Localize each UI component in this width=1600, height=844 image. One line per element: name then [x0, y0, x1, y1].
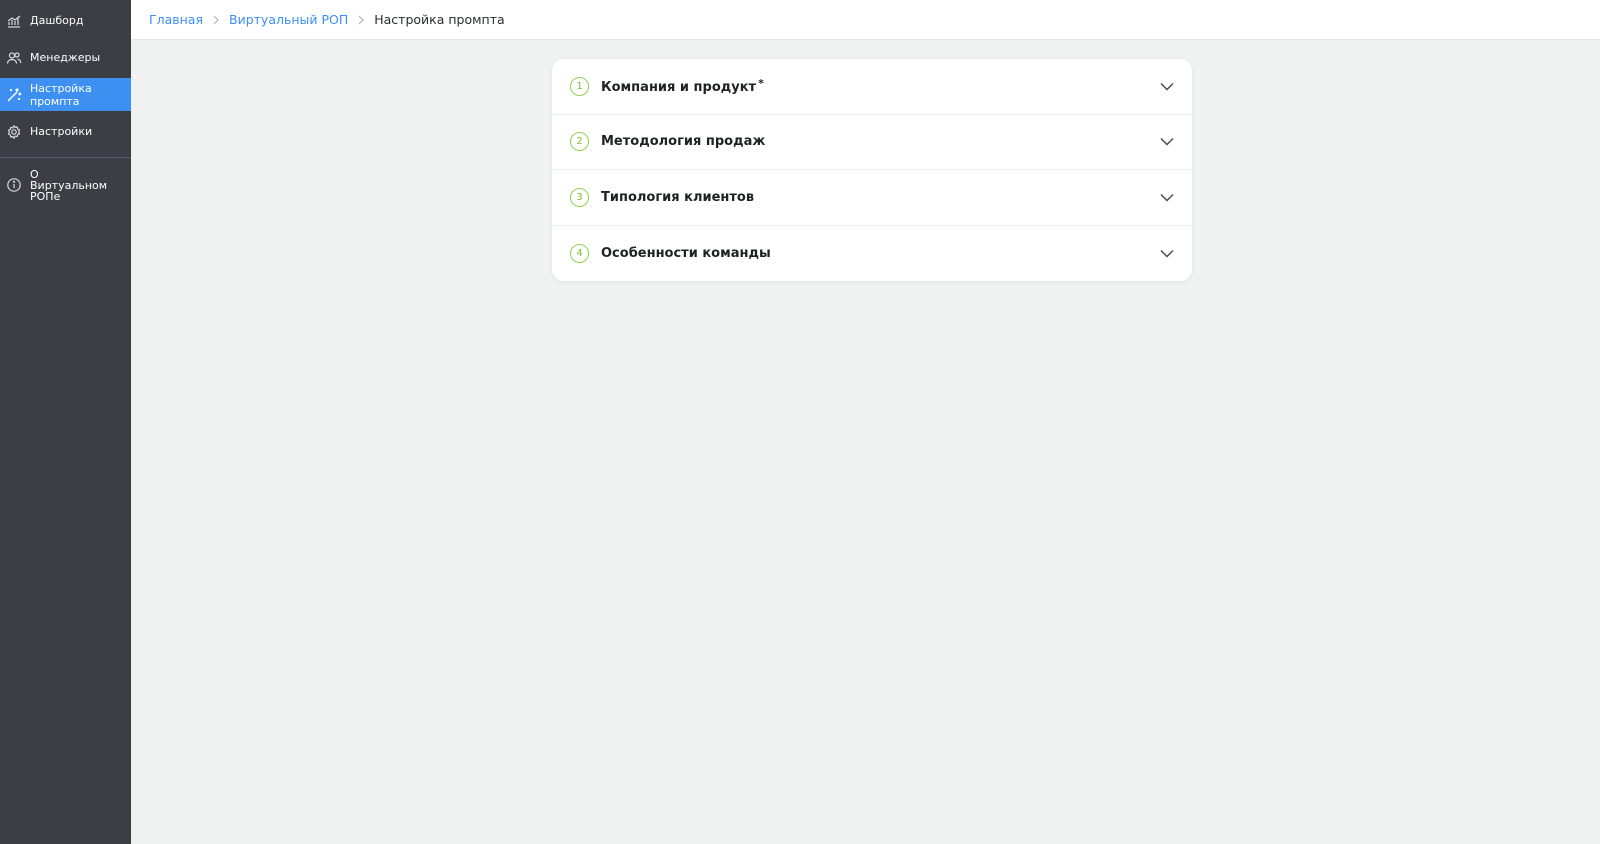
step-number: 2 — [570, 132, 589, 152]
step-number: 1 — [570, 76, 589, 96]
accordion-section-client-typology[interactable]: 3 Типология клиентов — [552, 170, 1192, 226]
section-title: Методология продаж — [601, 134, 766, 150]
accordion-section-sales-methodology[interactable]: 2 Методология продаж — [552, 115, 1192, 170]
sidebar-item-settings[interactable]: Настройки — [0, 115, 131, 148]
section-title: Типология клиентов — [601, 189, 755, 205]
chevron-down-icon[interactable] — [1160, 246, 1174, 260]
sidebar-item-label: Настройки — [30, 125, 93, 138]
breadcrumb: Главная Виртуальный РОП Настройка промпт… — [131, 0, 1600, 40]
sidebar-item-prompt-settings[interactable]: Настройка промпта — [0, 78, 131, 111]
sidebar: Дашборд Менеджеры Настройка промпта Наст… — [0, 0, 131, 844]
section-title: Особенности команды — [601, 245, 771, 261]
sidebar-item-label: Настройка промпта — [30, 81, 92, 108]
gear-icon — [6, 124, 22, 140]
breadcrumb-home-link[interactable]: Главная — [149, 12, 203, 27]
sidebar-item-dashboard[interactable]: Дашборд — [0, 4, 131, 37]
sidebar-item-label: Дашборд — [30, 14, 84, 27]
sidebar-item-managers[interactable]: Менеджеры — [0, 41, 131, 74]
chart-icon — [6, 13, 22, 29]
info-icon — [6, 177, 22, 193]
step-number: 4 — [570, 243, 589, 263]
chevron-down-icon[interactable] — [1160, 79, 1174, 93]
step-number: 3 — [570, 187, 589, 207]
breadcrumb-virtual-rop-link[interactable]: Виртуальный РОП — [229, 12, 348, 27]
prompt-settings-accordion: 1 Компания и продукт * 2 Методология прод… — [552, 59, 1192, 281]
sidebar-item-label: О Виртуальном РОПе — [30, 167, 108, 203]
chevron-down-icon[interactable] — [1160, 190, 1174, 204]
sidebar-divider — [0, 157, 131, 158]
accordion-section-team-features[interactable]: 4 Особенности команды — [552, 226, 1192, 282]
users-icon — [6, 50, 22, 66]
section-title: Компания и продукт * — [601, 77, 1160, 95]
sidebar-item-about[interactable]: О Виртуальном РОПе — [0, 163, 131, 207]
chevron-down-icon[interactable] — [1160, 135, 1174, 149]
accordion-section-company[interactable]: 1 Компания и продукт * — [552, 59, 1192, 115]
magic-wand-icon — [6, 87, 22, 103]
chevron-right-icon — [357, 15, 365, 25]
chevron-right-icon — [212, 15, 220, 25]
required-mark: * — [758, 77, 764, 91]
breadcrumb-current: Настройка промпта — [374, 12, 505, 27]
section-title-text: Компания и продукт — [601, 80, 757, 96]
sidebar-item-label: Менеджеры — [30, 51, 101, 64]
